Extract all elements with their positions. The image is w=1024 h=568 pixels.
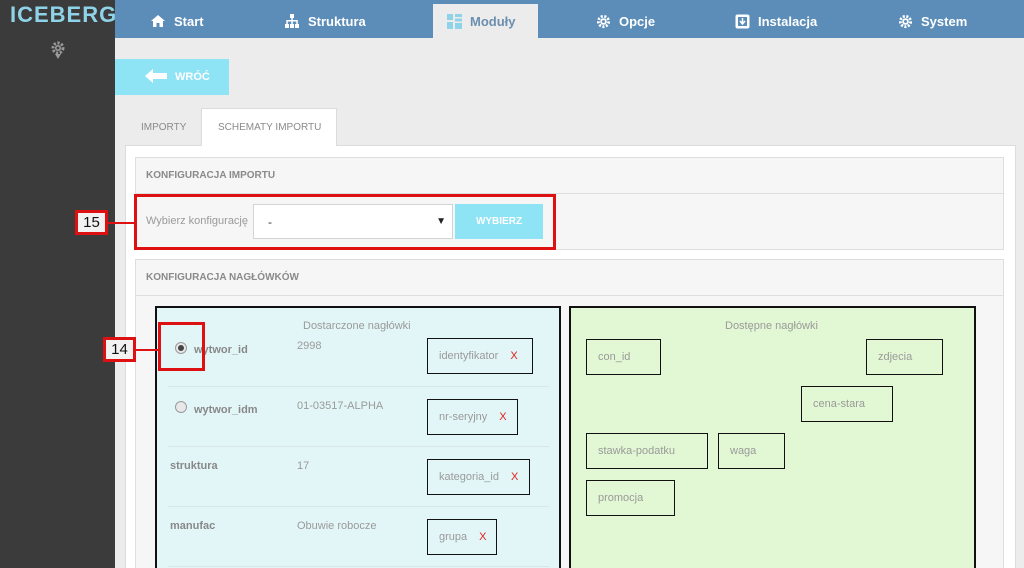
available-headers-title: Dostępne nagłówki bbox=[725, 320, 818, 332]
chip-label: identyfikator bbox=[439, 350, 499, 362]
nav-struktura-label: Struktura bbox=[308, 13, 366, 29]
tab-importy-label: IMPORTY bbox=[141, 121, 187, 133]
available-header-chip[interactable]: zdjecia bbox=[866, 339, 943, 375]
nav-system-label: System bbox=[921, 13, 968, 29]
sidebar: ICEBERG bbox=[0, 0, 118, 568]
available-header-chip[interactable]: waga bbox=[718, 433, 785, 469]
mapped-header-chip[interactable]: kategoria_id X bbox=[427, 459, 530, 495]
highlight-radio bbox=[158, 322, 205, 371]
nav-system[interactable]: System bbox=[898, 4, 967, 38]
chip-label: con_id bbox=[598, 351, 631, 363]
available-header-chip[interactable]: con_id bbox=[586, 339, 661, 375]
nav-start[interactable]: Start bbox=[150, 4, 204, 38]
gear-icon bbox=[596, 14, 611, 29]
remove-icon[interactable]: X bbox=[499, 411, 506, 423]
chip-label: waga bbox=[730, 445, 757, 457]
field-name: wytwor_idm bbox=[194, 404, 258, 416]
home-icon bbox=[150, 14, 166, 28]
row-divider bbox=[168, 566, 549, 567]
callout-line bbox=[107, 222, 135, 224]
provided-headers-title: Dostarczone nagłówki bbox=[303, 320, 411, 332]
nav-instalacja-label: Instalacja bbox=[758, 13, 818, 29]
arrow-left-icon bbox=[145, 68, 167, 86]
tab-importy[interactable]: IMPORTY bbox=[141, 108, 186, 146]
nav-moduly-label: Moduły bbox=[470, 13, 516, 29]
nav-opcje-label: Opcje bbox=[619, 13, 656, 29]
tab-schematy-importu[interactable]: SCHEMATY IMPORTU bbox=[201, 108, 337, 146]
chip-label: grupa bbox=[439, 531, 468, 543]
gear-icon bbox=[898, 14, 913, 29]
top-navigation bbox=[115, 0, 1024, 38]
chip-label: cena-stara bbox=[813, 398, 865, 410]
mapped-header-chip[interactable]: identyfikator X bbox=[427, 338, 533, 374]
row-divider bbox=[168, 506, 549, 507]
radio-wytwor-idm[interactable] bbox=[175, 401, 187, 413]
nav-struktura[interactable]: Struktura bbox=[284, 4, 366, 38]
field-value: 01-03517-ALPHA bbox=[297, 400, 384, 412]
chip-label: stawka-podatku bbox=[598, 445, 676, 457]
headers-config-title: KONFIGURACJA NAGŁÓWKÓW bbox=[136, 260, 1003, 296]
nav-start-label: Start bbox=[174, 13, 204, 29]
chip-label: zdjecia bbox=[878, 351, 913, 363]
highlight-select-config bbox=[134, 194, 556, 250]
app-logo: ICEBERG bbox=[10, 2, 118, 27]
mapped-header-chip[interactable]: grupa X bbox=[427, 519, 497, 555]
remove-icon[interactable]: X bbox=[510, 350, 517, 362]
callout-line bbox=[135, 349, 159, 351]
row-divider bbox=[168, 386, 549, 387]
callout-badge: 15 bbox=[75, 210, 108, 235]
nav-instalacja[interactable]: Instalacja bbox=[735, 4, 817, 38]
field-value: 17 bbox=[297, 460, 310, 472]
available-header-chip[interactable]: stawka-podatku bbox=[586, 433, 708, 469]
back-label: WRÓĆ bbox=[175, 71, 210, 83]
remove-icon[interactable]: X bbox=[511, 471, 518, 483]
sitemap-icon bbox=[284, 14, 300, 28]
nav-moduly[interactable]: Moduły bbox=[433, 4, 538, 38]
field-name: struktura bbox=[170, 460, 218, 472]
chip-label: kategoria_id bbox=[439, 471, 499, 483]
chip-label: nr-seryjny bbox=[439, 411, 488, 423]
remove-icon[interactable]: X bbox=[479, 531, 486, 543]
gear-icon[interactable] bbox=[50, 40, 66, 65]
install-icon bbox=[735, 14, 750, 29]
back-button[interactable]: WRÓĆ bbox=[115, 59, 229, 95]
mapped-header-chip[interactable]: nr-seryjny X bbox=[427, 399, 518, 435]
nav-opcje[interactable]: Opcje bbox=[596, 4, 655, 38]
tab-schematy-label: SCHEMATY IMPORTU bbox=[218, 122, 322, 133]
grid-icon bbox=[447, 13, 462, 29]
field-value: Obuwie robocze bbox=[297, 520, 377, 532]
available-header-chip[interactable]: promocja bbox=[586, 480, 675, 516]
row-divider bbox=[168, 446, 549, 447]
field-value: 2998 bbox=[297, 340, 322, 352]
available-header-chip[interactable]: cena-stara bbox=[801, 386, 893, 422]
callout-badge: 14 bbox=[103, 337, 136, 362]
import-config-title: KONFIGURACJA IMPORTU bbox=[136, 158, 1003, 194]
field-name: manufac bbox=[170, 520, 216, 532]
chip-label: promocja bbox=[598, 492, 644, 504]
